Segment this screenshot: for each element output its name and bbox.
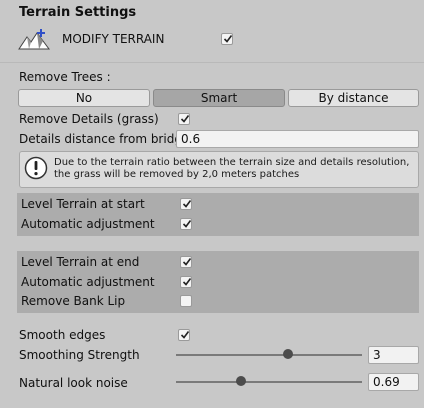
remove-trees-label: Remove Trees : — [19, 70, 111, 84]
natural-noise-track[interactable] — [176, 381, 362, 383]
natural-noise-label: Natural look noise — [19, 376, 128, 390]
checkmark-icon — [182, 278, 192, 286]
modify-terrain-label: MODIFY TERRAIN — [62, 32, 165, 46]
remove-bank-lip-checkbox[interactable] — [180, 295, 192, 307]
divider — [0, 62, 424, 63]
help-text: Due to the terrain ratio between the ter… — [54, 157, 410, 180]
natural-noise-field[interactable]: 0.69 — [368, 373, 419, 391]
smoothing-strength-field[interactable]: 3 — [368, 346, 419, 364]
details-distance-label: Details distance from bridge — [19, 132, 190, 146]
checkmark-icon — [182, 220, 192, 228]
auto-adjust-start-label: Automatic adjustment — [21, 217, 155, 231]
help-box: Due to the terrain ratio between the ter… — [19, 151, 419, 188]
remove-trees-option-by-distance[interactable]: By distance — [288, 89, 419, 107]
smooth-edges-label: Smooth edges — [19, 328, 106, 342]
level-start-checkbox[interactable] — [180, 198, 192, 210]
details-distance-field[interactable]: 0.6 — [176, 130, 419, 148]
modify-terrain-checkbox[interactable] — [221, 33, 233, 45]
exclamation-icon — [24, 156, 48, 180]
level-start-label: Level Terrain at start — [21, 197, 145, 211]
remove-details-label: Remove Details (grass) — [19, 112, 159, 126]
level-end-label: Level Terrain at end — [21, 255, 140, 269]
natural-noise-slider[interactable] — [236, 376, 247, 386]
checkmark-icon — [182, 200, 192, 208]
checkmark-icon — [182, 258, 192, 266]
remove-bank-lip-label: Remove Bank Lip — [21, 294, 126, 308]
smooth-edges-checkbox[interactable] — [178, 329, 190, 341]
terrain-icon — [17, 27, 51, 51]
level-end-checkbox[interactable] — [180, 256, 192, 268]
checkmark-icon — [223, 35, 233, 43]
auto-adjust-start-checkbox[interactable] — [180, 218, 192, 230]
smoothing-strength-label: Smoothing Strength — [19, 348, 140, 362]
section-title: Terrain Settings — [19, 5, 137, 20]
smoothing-strength-track[interactable] — [176, 354, 362, 356]
remove-trees-option-smart[interactable]: Smart — [153, 89, 285, 107]
checkmark-icon — [180, 331, 190, 339]
auto-adjust-end-label: Automatic adjustment — [21, 275, 155, 289]
auto-adjust-end-checkbox[interactable] — [180, 276, 192, 288]
remove-trees-option-no[interactable]: No — [18, 89, 150, 107]
remove-details-checkbox[interactable] — [178, 113, 190, 125]
checkmark-icon — [180, 115, 190, 123]
smoothing-strength-slider[interactable] — [282, 349, 293, 359]
